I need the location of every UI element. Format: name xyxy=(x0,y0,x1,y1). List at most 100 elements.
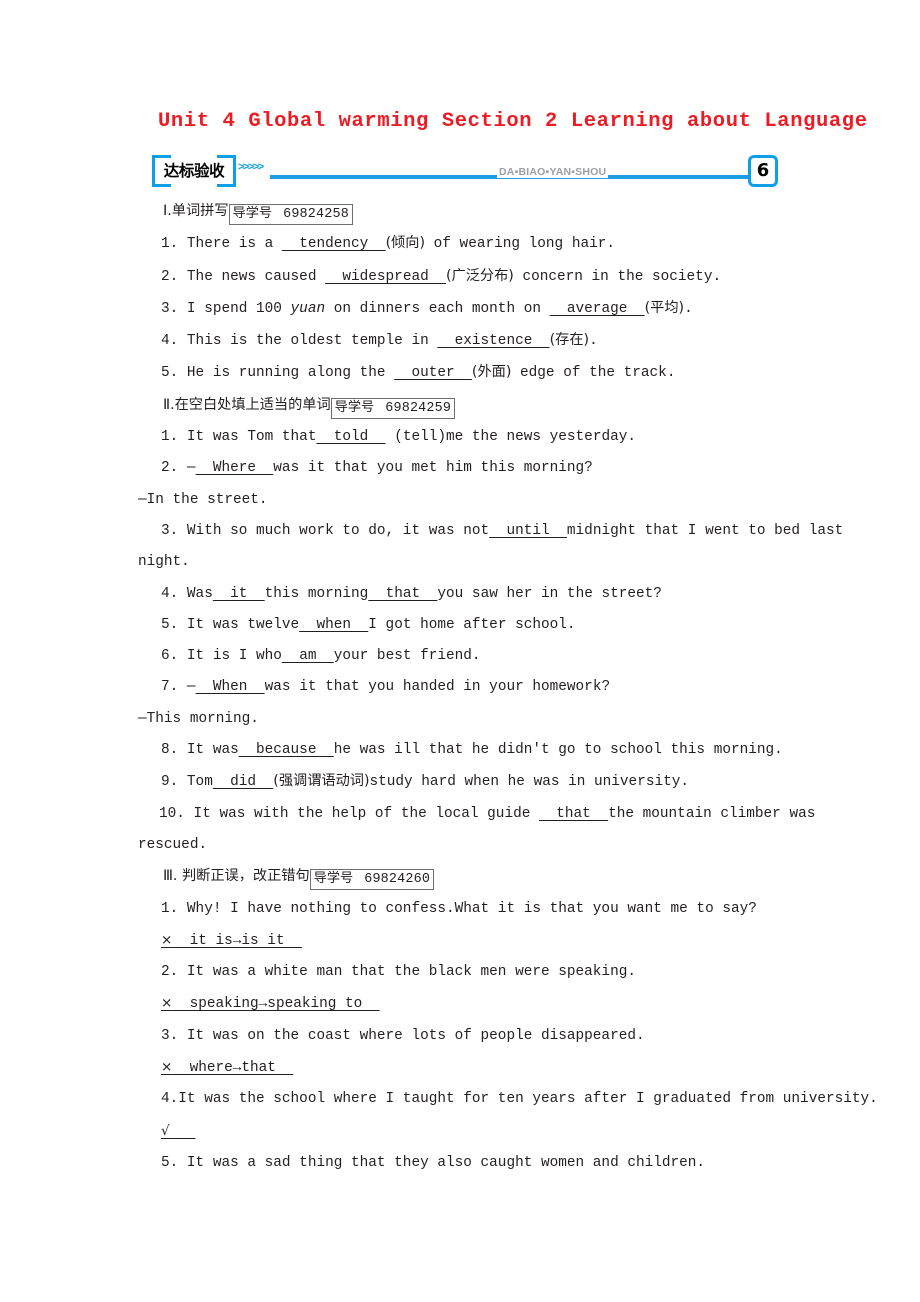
item-number: 9. xyxy=(161,774,179,791)
list-item: 2. The news caused widespread (广泛分布) con… xyxy=(0,261,920,293)
section-heading-text: . 判断正误，改正错句 xyxy=(172,868,310,885)
list-item: 1. It was Tom that told (tell)me the new… xyxy=(0,422,920,453)
list-item: 2. It was a white man that the black men… xyxy=(0,957,920,988)
item-text-post: edge of the track. xyxy=(511,365,676,382)
correction-text: where→that xyxy=(172,1060,294,1077)
item-text-post: . xyxy=(589,333,598,350)
list-item: 4. Was it this morning that you saw her … xyxy=(0,579,920,610)
item-text-pre: It was Tom that xyxy=(178,429,317,446)
list-item: 9. Tom did (强调谓语动词)study hard when he wa… xyxy=(0,766,920,798)
section-heading: Ⅱ.在空白处填上适当的单词 导学号 69824259 xyxy=(0,390,920,422)
answer-blank: it xyxy=(212,585,265,602)
item-number: 4. xyxy=(161,1091,179,1108)
list-item: 10. It was with the help of the local gu… xyxy=(0,799,920,830)
item-text-pre: There is a xyxy=(178,236,282,253)
item-text-post: . xyxy=(684,300,693,317)
item-italic-word: yuan xyxy=(290,300,326,317)
answer-blank: am xyxy=(281,648,334,665)
list-item: 5. It was twelve when I got home after s… xyxy=(0,610,920,641)
study-number-label: 导学号 xyxy=(313,871,354,887)
list-item: 1. There is a tendency (倾向) of wearing l… xyxy=(0,228,920,260)
correction-text xyxy=(170,1124,196,1140)
check-mark-icon: √ xyxy=(161,1122,170,1139)
list-item: 4.It was the school where I taught for t… xyxy=(0,1084,920,1115)
list-item: 2. — Where was it that you met him this … xyxy=(0,453,920,484)
correction-line: × it is→is it xyxy=(0,925,920,957)
section-heading: Ⅰ.单词拼写 导学号 69824258 xyxy=(0,196,920,228)
item-number: 4. xyxy=(161,333,179,350)
banner-label-text: 达标验收 xyxy=(163,162,225,180)
item-number: 2. xyxy=(161,460,179,477)
banner-number-badge: 6 xyxy=(748,155,778,187)
study-number-label: 导学号 xyxy=(232,206,273,221)
item-text-pre: It was xyxy=(178,742,239,759)
item-text-post: I got home after school. xyxy=(368,616,576,633)
cross-mark-icon: × xyxy=(161,995,173,1012)
list-item: 3. I spend 100 yuan on dinners each mont… xyxy=(0,293,920,325)
item-number: 3. xyxy=(161,1027,179,1044)
worksheet-content: Ⅰ.单词拼写 导学号 69824258 1. There is a tendency… xyxy=(0,196,920,1179)
section-heading-text: .单词拼写 xyxy=(167,203,229,219)
correction-line: × where→that xyxy=(0,1052,920,1084)
study-number-tag: 导学号 69824260 xyxy=(309,869,435,891)
item-text-pre: It is I who xyxy=(178,648,282,665)
item-text-post: of wearing long hair. xyxy=(425,236,616,253)
item-text-post: the mountain climber was xyxy=(608,805,816,822)
item-text-post: concern in the society. xyxy=(513,268,722,285)
answer-blank: widespread xyxy=(325,268,446,285)
list-item: 8. It was because he was ill that he did… xyxy=(0,735,920,766)
item-text-pre: — xyxy=(178,679,196,696)
item-number: 8. xyxy=(161,742,179,759)
item-text-post: your best friend. xyxy=(333,648,481,665)
wrapped-line: night. xyxy=(138,554,190,571)
item-text-post: (tell)me the news yesterday. xyxy=(385,429,637,446)
item-text-pre2: on dinners each month on xyxy=(325,300,550,317)
chevrons-icon: >>>>> xyxy=(238,161,264,173)
item-text-post: he was ill that he didn't go to school t… xyxy=(333,742,783,759)
item-text-post: you saw her in the street? xyxy=(437,585,662,602)
answer-blank: Where xyxy=(195,460,274,477)
worksheet-page: Unit 4 Global warming Section 2 Learning… xyxy=(0,0,920,1302)
study-number-label: 导学号 xyxy=(334,399,375,415)
list-item: 4. This is the oldest temple in existenc… xyxy=(0,325,920,357)
item-sentence: Why! I have nothing to confess.What it i… xyxy=(178,900,757,917)
item-number: 4. xyxy=(161,585,179,602)
item-text-pre: This is the oldest temple in xyxy=(178,333,438,350)
item-text-pre: It was twelve xyxy=(178,616,300,633)
item-text-pre: Was xyxy=(178,585,213,602)
item-number: 3. xyxy=(161,522,179,539)
item-text-post: midnight that I went to bed last xyxy=(566,522,844,539)
item-text-mid: this morning xyxy=(264,585,369,602)
correction-content: × where→that xyxy=(161,1052,293,1084)
item-text-post: was it that you met him this morning? xyxy=(273,460,593,477)
item-sentence: It was the school where I taught for ten… xyxy=(178,1091,878,1108)
item-number: 1. xyxy=(161,236,179,253)
item-text-pre: I spend 100 xyxy=(178,300,291,317)
dialogue-response: —This morning. xyxy=(138,710,259,727)
correction-text: speaking→speaking to xyxy=(172,996,380,1013)
list-item: 3. It was on the coast where lots of peo… xyxy=(0,1021,920,1052)
list-item: 5. He is running along the outer (外面) ed… xyxy=(0,357,920,389)
answer-blank: outer xyxy=(394,365,472,382)
item-number: 10. xyxy=(159,805,185,822)
answer-blank: existence xyxy=(437,333,550,350)
banner-pinyin-text: DA▪BIAO▪YAN▪SHOU xyxy=(497,166,609,178)
list-item: 1. Why! I have nothing to confess.What i… xyxy=(0,894,920,925)
item-text-pre: With so much work to do, it was not xyxy=(178,522,490,539)
correction-line: √ xyxy=(0,1116,920,1148)
item-hint: (广泛分布) xyxy=(446,267,514,284)
item-number: 5. xyxy=(161,1154,179,1171)
item-number: 2. xyxy=(161,964,179,981)
item-text-post: was it that you handed in your homework? xyxy=(264,679,611,696)
item-text-pre: Tom xyxy=(178,774,213,791)
section-heading-text: .在空白处填上适当的单词 xyxy=(170,396,331,413)
item-number: 5. xyxy=(161,365,179,382)
list-item: 7. — When was it that you handed in your… xyxy=(0,672,920,703)
item-number: 1. xyxy=(161,429,179,446)
cross-mark-icon: × xyxy=(161,931,173,948)
item-sentence: It was a white man that the black men we… xyxy=(178,964,636,981)
study-number-value: 69824258 xyxy=(283,207,349,222)
correction-content: × it is→is it xyxy=(161,925,302,957)
answer-blank: tendency xyxy=(281,236,386,253)
answer-blank: that xyxy=(539,805,609,822)
